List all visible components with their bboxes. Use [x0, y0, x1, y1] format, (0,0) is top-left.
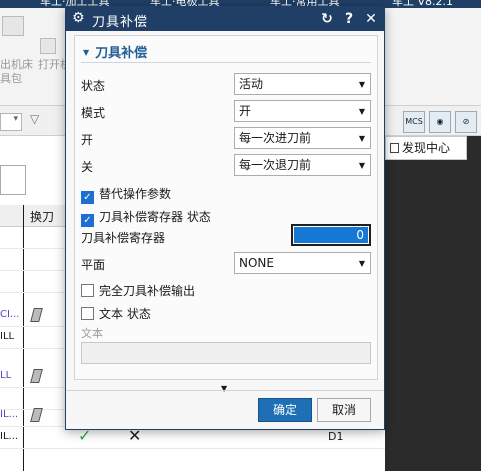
toolbar-combo[interactable]: ▾: [0, 113, 22, 131]
hide-icon[interactable]: ⊘: [455, 111, 477, 133]
filter-icon[interactable]: ▽: [30, 112, 39, 126]
ribbon-label-export-line2: 具包: [0, 72, 22, 85]
checkbox-unchecked-icon[interactable]: [81, 284, 94, 297]
chevron-down-icon: ▼: [358, 259, 365, 268]
checkbox-checked-icon[interactable]: ✓: [81, 214, 94, 227]
collapse-triangle-icon: ▼: [83, 48, 90, 57]
chevron-down-icon: ▼: [358, 134, 365, 143]
plane-label: 平面: [81, 258, 106, 272]
chevron-down-icon: ▼: [358, 161, 365, 170]
open-machine-icon[interactable]: [40, 38, 56, 54]
tool-number-cell: D1: [328, 430, 344, 443]
tool-icon: [30, 369, 43, 383]
checkbox-checked-icon[interactable]: ✓: [81, 191, 94, 204]
dialog-title: 刀具补偿: [92, 15, 149, 30]
chevron-down-icon: ▼: [358, 107, 365, 116]
ok-button[interactable]: 确定: [258, 398, 312, 422]
alt-params-checkbox[interactable]: ✓ 替代操作参数: [81, 185, 171, 204]
group-header[interactable]: ▼ 刀具补偿: [83, 42, 147, 61]
off-select[interactable]: 每一次退刀前 ▼: [234, 154, 371, 176]
group-divider: [81, 62, 371, 63]
checkbox-unchecked-icon[interactable]: [81, 307, 94, 320]
close-icon[interactable]: ✕: [362, 9, 380, 29]
cancel-button[interactable]: 取消: [317, 398, 371, 422]
tool-compensation-group: ▼ 刀具补偿 状态 活动 ▼ 模式 开 ▼ 开 每一次进刀前 ▼ 关 每一次退刀前 ▼ ✓…: [74, 35, 378, 380]
text-input: [81, 342, 371, 364]
mcs-icon[interactable]: MCS: [403, 111, 425, 133]
register-value: 0: [294, 227, 368, 243]
tool-icon: [30, 408, 43, 422]
help-icon[interactable]: ?: [340, 9, 358, 29]
register-label: 刀具补偿寄存器: [81, 231, 166, 245]
dialog-title-bar[interactable]: ⚙ 刀具补偿 ↻ ? ✕: [66, 7, 384, 31]
mode-select[interactable]: 开 ▼: [234, 100, 371, 122]
chevron-down-icon: ▼: [358, 80, 365, 89]
view-icon-group: MCS ◉ ⊘: [403, 110, 477, 134]
document-icon: [390, 143, 399, 153]
graphics-area[interactable]: [385, 136, 481, 471]
tool-compensation-dialog: ⚙ 刀具补偿 ↻ ? ✕ ▼ 刀具补偿 状态 活动 ▼ 模式 开 ▼ 开 每一次进刀前…: [65, 6, 385, 430]
status-select[interactable]: 活动 ▼: [234, 73, 371, 95]
full-output-checkbox[interactable]: 完全刀具补偿输出: [81, 282, 195, 299]
mode-label: 模式: [81, 106, 106, 120]
tool-icon: [30, 308, 43, 322]
gear-icon: ⚙: [72, 10, 85, 26]
off-label: 关: [81, 160, 94, 174]
text-label: 文本: [81, 327, 103, 340]
group-title: 刀具补偿: [95, 46, 148, 61]
footer-divider: [66, 390, 384, 391]
on-select[interactable]: 每一次进刀前 ▼: [234, 127, 371, 149]
on-label: 开: [81, 133, 94, 147]
reset-icon[interactable]: ↻: [318, 9, 336, 29]
expand-more-icon[interactable]: ▼: [221, 384, 227, 393]
navigator-window-icon[interactable]: [0, 165, 26, 195]
text-status-checkbox[interactable]: 文本 状态: [81, 305, 151, 322]
register-status-checkbox[interactable]: ✓ 刀具补偿寄存器 状态: [81, 208, 211, 227]
status-label: 状态: [81, 79, 106, 93]
eye-icon[interactable]: ◉: [429, 111, 451, 133]
tab-find-center[interactable]: 发现中心: [385, 136, 467, 160]
plane-select[interactable]: NONE ▼: [234, 252, 371, 274]
register-input[interactable]: 0: [291, 224, 371, 246]
menu-tab-version[interactable]: 车工 V8.2.1: [392, 0, 453, 8]
column-header-tool-change[interactable]: 换刀: [30, 208, 54, 225]
export-machine-icon[interactable]: [2, 16, 24, 36]
